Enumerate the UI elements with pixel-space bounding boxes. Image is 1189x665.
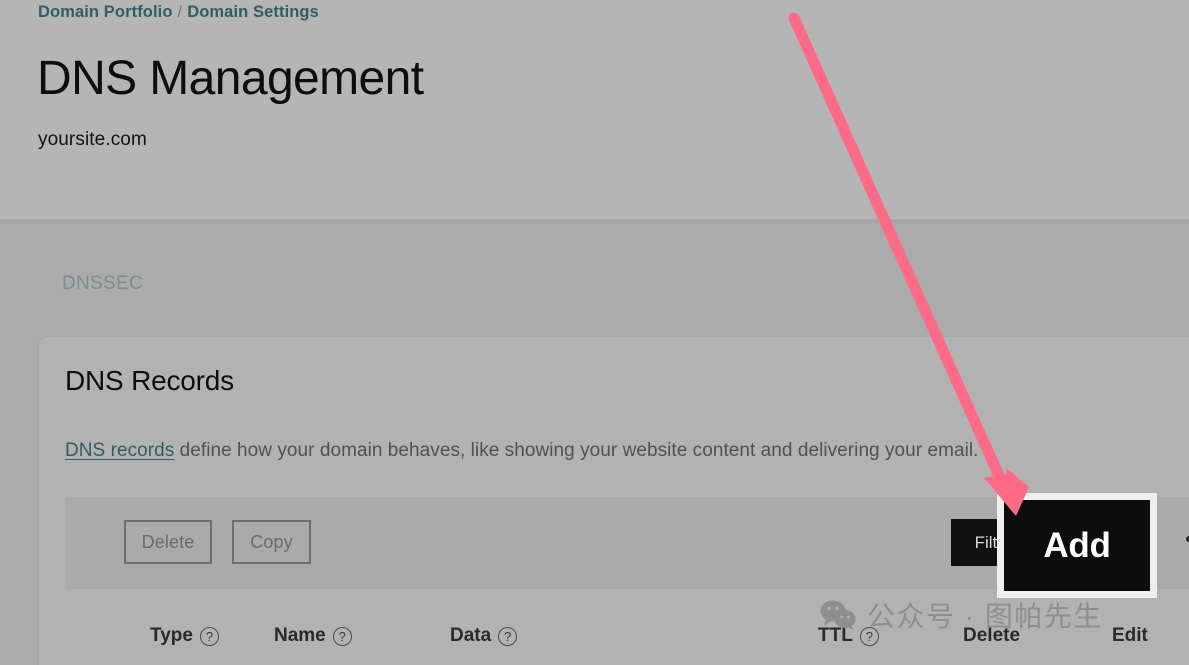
help-icon-data[interactable]: ? [498,626,518,646]
records-table-header: Type ? Name ? Data ? TTL ? Delete Edit [38,625,1189,665]
dns-records-title: DNS Records [65,365,234,396]
dns-records-link[interactable]: DNS records [65,440,174,461]
help-icon-ttl[interactable]: ? [859,626,879,646]
dns-records-description: DNS records define how your domain behav… [65,440,978,462]
page-header: Domain Portfolio / Domain Settings DNS Man… [0,0,1189,222]
column-header-type: Type ? [150,625,219,647]
dnssec-section-label[interactable]: DNSSEC [62,273,143,295]
help-icon-type[interactable]: ? [199,626,219,646]
copy-button[interactable]: Copy [232,520,311,564]
column-header-ttl-label: TTL [818,625,853,646]
column-header-name: Name ? [274,625,352,647]
column-header-edit: Edit [1112,625,1148,647]
column-header-delete: Delete [963,625,1020,647]
column-header-name-label: Name [274,625,326,646]
dns-management-page: Domain Portfolio / Domain Settings DNS Man… [0,0,1189,665]
column-header-ttl: TTL ? [818,625,879,647]
breadcrumb: Domain Portfolio / Domain Settings [38,3,319,22]
breadcrumb-item-domain-portfolio[interactable]: Domain Portfolio [38,3,173,21]
add-button[interactable]: Add [1004,500,1150,591]
page-title: DNS Management [37,52,424,105]
breadcrumb-separator: / [177,3,183,21]
column-header-edit-label: Edit [1112,625,1148,646]
delete-button[interactable]: Delete [124,520,212,564]
column-header-delete-label: Delete [963,625,1021,646]
dns-records-description-text: define how your domain behaves, like sho… [174,440,979,461]
column-header-data: Data ? [450,625,518,647]
column-header-data-label: Data [450,625,492,646]
breadcrumb-item-domain-settings[interactable]: Domain Settings [187,3,319,21]
domain-name-label: yoursite.com [38,129,147,150]
column-header-type-label: Type [150,625,193,646]
add-button-highlight: Add [997,493,1157,598]
help-icon-name[interactable]: ? [332,626,352,646]
